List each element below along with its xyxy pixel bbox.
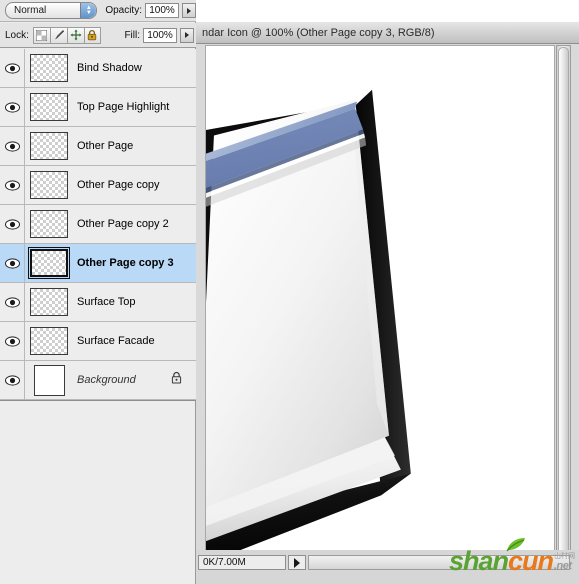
blend-opacity-row: Normal ▲ ▼ Opacity: 100%: [0, 0, 196, 22]
lock-transparency-button[interactable]: [32, 26, 50, 44]
layer-visibility-toggle[interactable]: [0, 322, 25, 360]
layer-name: Bind Shadow: [77, 62, 142, 74]
layer-thumbnail: [30, 54, 68, 82]
padlock-icon: [88, 29, 97, 41]
layer-list[interactable]: Bind Shadow Top Page Highlight Other Pag…: [0, 49, 196, 401]
layer-row[interactable]: Bind Shadow: [0, 49, 196, 88]
layer-thumbnail-cell[interactable]: [25, 247, 73, 279]
vertical-scrollbar[interactable]: [556, 45, 571, 570]
eye-icon: [4, 374, 20, 386]
layer-thumbnail-cell[interactable]: [25, 54, 73, 82]
layer-row[interactable]: Other Page: [0, 127, 196, 166]
move-arrows-icon: [70, 29, 82, 41]
layer-visibility-toggle[interactable]: [0, 205, 25, 243]
horizontal-scrollbar[interactable]: [308, 555, 570, 570]
layer-row[interactable]: Top Page Highlight: [0, 88, 196, 127]
lock-image-pixels-button[interactable]: [49, 26, 67, 44]
lock-position-button[interactable]: [66, 26, 84, 44]
layer-thumbnail-cell[interactable]: [25, 171, 73, 199]
layer-thumbnail-cell[interactable]: [25, 327, 73, 355]
opacity-input[interactable]: 100%: [145, 3, 179, 18]
layer-thumbnail-cell[interactable]: [25, 210, 73, 238]
vertical-scrollbar-thumb[interactable]: [558, 47, 569, 559]
layer-thumbnail-cell[interactable]: [25, 364, 73, 396]
layer-thumbnail: [30, 132, 68, 160]
layer-thumbnail: [30, 327, 68, 355]
layer-thumbnail-cell[interactable]: [25, 132, 73, 160]
opacity-group: Opacity: 100%: [105, 3, 196, 18]
eye-icon: [4, 62, 20, 74]
fill-slider-arrow-icon[interactable]: [180, 27, 194, 43]
blend-mode-stepper-icon[interactable]: ▲ ▼: [80, 3, 97, 18]
layer-name: Surface Top: [77, 296, 136, 308]
layer-name: Other Page copy 3: [77, 257, 174, 269]
status-menu-arrow-icon[interactable]: [288, 555, 306, 570]
layer-row[interactable]: Surface Facade: [0, 322, 196, 361]
canvas-area[interactable]: [205, 45, 555, 570]
layer-row[interactable]: Background: [0, 361, 196, 400]
status-bar: 0K/7.00M sha n cun 山村网 .net: [196, 538, 579, 584]
layer-thumbnail: [30, 210, 68, 238]
layer-visibility-toggle[interactable]: [0, 88, 25, 126]
lock-fill-row: Lock: Fill: 100%: [0, 23, 196, 48]
layer-thumbnail-cell[interactable]: [25, 288, 73, 316]
eye-icon: [4, 296, 20, 308]
layer-thumbnail: [28, 247, 70, 279]
layer-name: Surface Facade: [77, 335, 155, 347]
blend-mode-value: Normal: [14, 5, 47, 16]
layer-name: Other Page copy: [77, 179, 160, 191]
layer-row[interactable]: Other Page copy 2: [0, 205, 196, 244]
layer-visibility-toggle[interactable]: [0, 283, 25, 321]
layer-name: Other Page: [77, 140, 134, 152]
lock-label: Lock:: [5, 29, 29, 41]
eye-icon: [4, 179, 20, 191]
lock-all-button[interactable]: [83, 26, 101, 44]
layers-panel: Normal ▲ ▼ Opacity: 100% Lock: Fill: 100…: [0, 0, 196, 584]
layer-visibility-toggle[interactable]: [0, 244, 25, 282]
fill-input[interactable]: 100%: [143, 27, 177, 43]
layer-row[interactable]: Surface Top: [0, 283, 196, 322]
fill-group: Fill: 100%: [124, 27, 194, 43]
eye-icon: [4, 335, 20, 347]
opacity-label: Opacity:: [105, 5, 142, 16]
layer-visibility-toggle[interactable]: [0, 166, 25, 204]
calendar-icon-artwork: [206, 46, 554, 568]
brush-icon: [54, 30, 65, 40]
layer-row[interactable]: Other Page copy: [0, 166, 196, 205]
photoshop-window: Normal ▲ ▼ Opacity: 100% Lock: Fill: 100…: [0, 0, 579, 584]
eye-icon: [4, 257, 20, 269]
layer-thumbnail: [30, 171, 68, 199]
layer-row-selected[interactable]: Other Page copy 3: [0, 244, 196, 283]
padlock-icon: [171, 371, 182, 384]
layer-locked-indicator: [171, 371, 182, 389]
document-window: ndar Icon @ 100% (Other Page copy 3, RGB…: [196, 22, 579, 584]
layer-visibility-toggle[interactable]: [0, 361, 25, 399]
opacity-slider-arrow-icon[interactable]: [182, 3, 196, 18]
layer-name: Other Page copy 2: [77, 218, 169, 230]
document-sizes-field[interactable]: 0K/7.00M: [198, 555, 286, 570]
eye-icon: [4, 218, 20, 230]
fill-label: Fill:: [124, 29, 140, 41]
layer-name: Top Page Highlight: [77, 101, 170, 113]
layer-thumbnail: [30, 93, 68, 121]
eye-icon: [4, 140, 20, 152]
lock-buttons-group: [32, 26, 101, 44]
layer-thumbnail: [33, 364, 65, 396]
layer-thumbnail: [30, 288, 68, 316]
layer-visibility-toggle[interactable]: [0, 49, 25, 87]
layer-visibility-toggle[interactable]: [0, 127, 25, 165]
eye-icon: [4, 101, 20, 113]
checkerboard-icon: [36, 29, 48, 41]
layer-name: Background: [77, 374, 136, 386]
document-titlebar[interactable]: ndar Icon @ 100% (Other Page copy 3, RGB…: [196, 22, 579, 44]
layer-thumbnail-cell[interactable]: [25, 93, 73, 121]
blend-mode-select[interactable]: Normal ▲ ▼: [5, 2, 98, 19]
document-title: ndar Icon @ 100% (Other Page copy 3, RGB…: [202, 26, 435, 39]
